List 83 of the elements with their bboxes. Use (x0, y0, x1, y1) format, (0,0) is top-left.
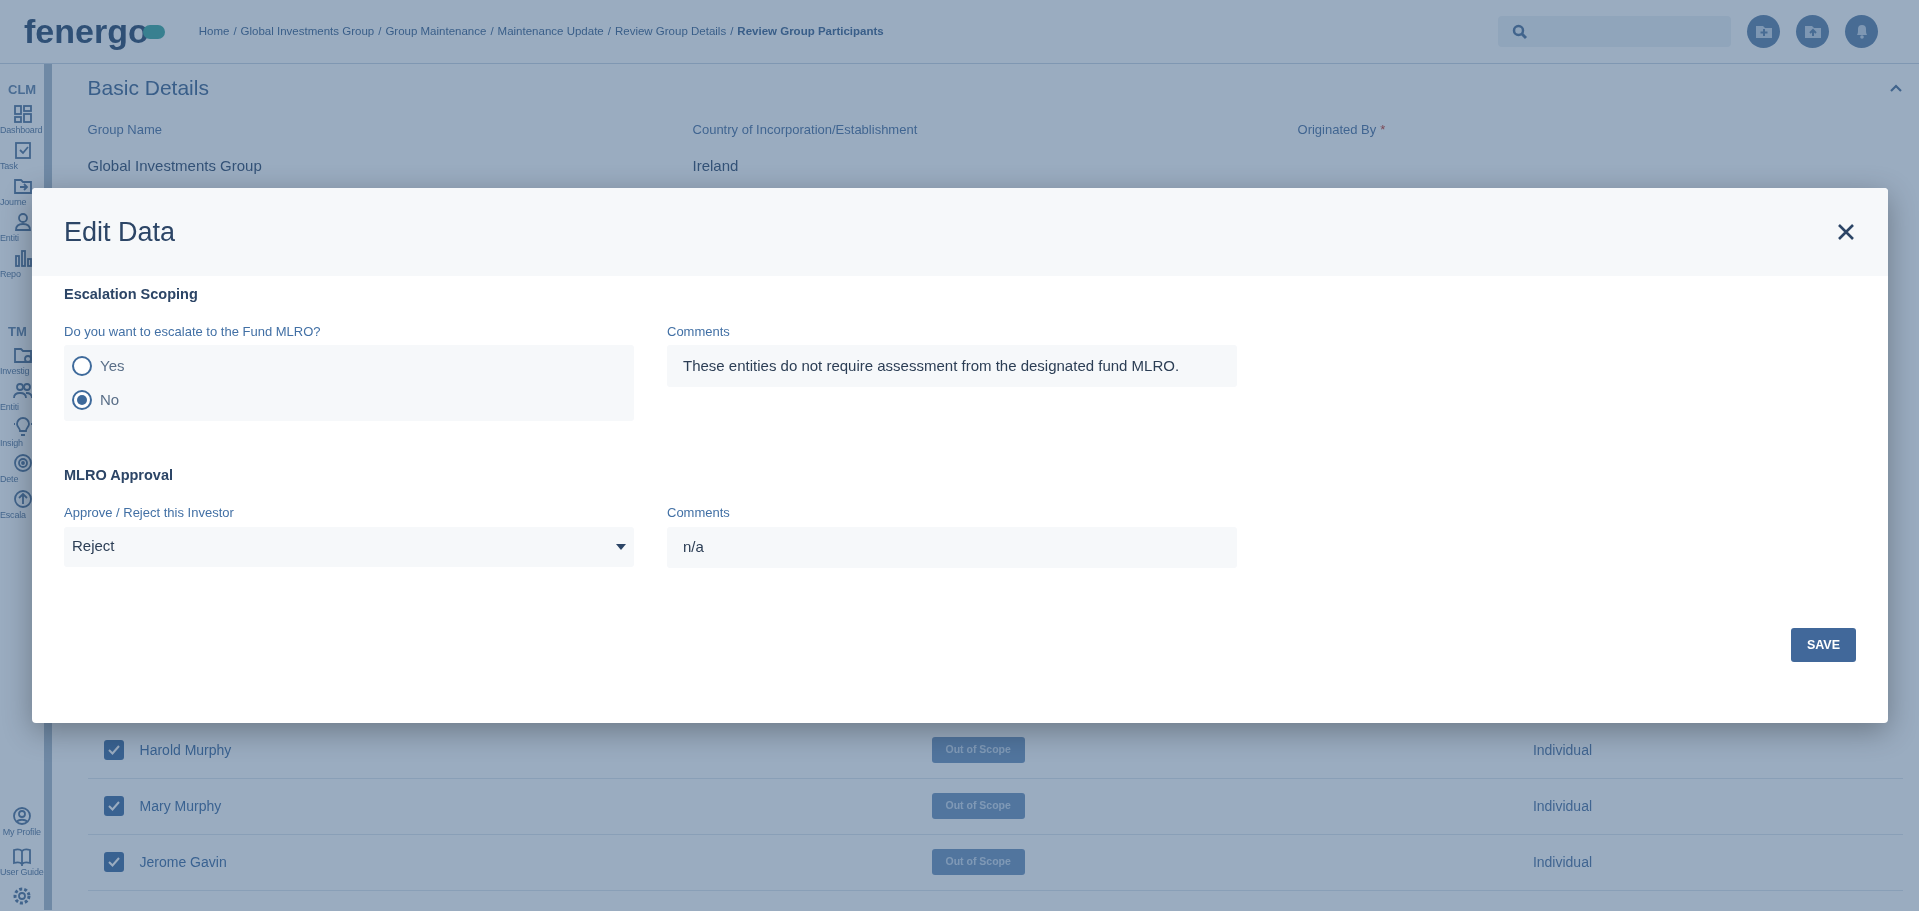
input-field[interactable]: These entities do not require assessment from the designated fund MLRO. (667, 345, 1237, 388)
breadcrumb-separator: / (490, 24, 494, 37)
logo: fenergo (24, 6, 165, 57)
grid-icon (13, 103, 33, 124)
icon-button[interactable] (1845, 15, 1878, 48)
section-title: MLRO Approval (64, 466, 175, 486)
search-field[interactable] (1498, 16, 1731, 47)
breadcrumb-separator: / (378, 24, 382, 37)
breadcrumb: Home / Global Investments Group / Group Maintenance / Maintenance Update / Review Group Details / Review Group Participants (198, 23, 884, 39)
breadcrumb-separator: / (233, 24, 237, 37)
icon-button[interactable] (1747, 15, 1780, 48)
field-value: Global Investments Group (87, 156, 263, 176)
sidebar-item[interactable]: Journe (0, 175, 44, 208)
sidebar-item[interactable]: User Guide (0, 846, 44, 878)
input-field[interactable]: n/a (667, 526, 1237, 568)
book-icon (11, 846, 32, 866)
upload-circle-icon (13, 489, 33, 509)
lightbulb-icon (13, 417, 33, 437)
search-icon (1512, 23, 1528, 40)
sidebar-item[interactable]: Escala (0, 489, 44, 521)
field-label: Comments (667, 504, 731, 522)
breadcrumb-link[interactable]: Group Maintenance (385, 24, 487, 37)
breadcrumb-link[interactable]: Maintenance Update (497, 24, 604, 37)
caret-icon (616, 543, 626, 550)
required-mark: * (1380, 121, 1386, 137)
field-label: Country of Incorporation/Establishment (692, 120, 919, 139)
checkbox[interactable] (103, 852, 124, 872)
sidebar-item[interactable]: Investig (0, 345, 44, 377)
new-folder-icon (1755, 25, 1772, 38)
bar-chart-icon (13, 247, 33, 268)
radio-button[interactable] (72, 390, 92, 411)
notification-icon (1856, 24, 1867, 39)
close-icon[interactable] (1836, 222, 1856, 242)
type-text: Individual (1532, 852, 1593, 872)
icon-button[interactable] (1796, 15, 1829, 48)
collapse-icon[interactable] (1888, 82, 1903, 93)
save-button[interactable]: SAVE (1790, 627, 1856, 663)
field-value: Ireland (692, 156, 740, 176)
field-label: Originated By * (1297, 120, 1387, 139)
sidebar-item[interactable]: My Profile (2, 806, 41, 838)
check-icon (107, 745, 120, 755)
gear-icon[interactable] (11, 886, 32, 906)
radio-label: Yes (100, 356, 125, 376)
sidebar-item[interactable]: Dashboard (0, 103, 44, 136)
name-link[interactable]: Jerome Gavin (139, 851, 932, 873)
section-title: CLM (7, 81, 38, 99)
checkbox[interactable] (103, 796, 124, 816)
section-title: TM (7, 322, 28, 341)
target-icon (13, 453, 33, 473)
upload-folder-icon (1804, 25, 1821, 38)
check-icon (107, 801, 120, 811)
section-title: Escalation Scoping (64, 285, 199, 304)
sidebar-item[interactable]: Repo (0, 247, 44, 280)
field-label: Comments (667, 322, 731, 341)
field-label: Do you want to escalate to the Fund MLRO? (64, 322, 322, 341)
radio-label: No (100, 390, 120, 410)
breadcrumb-link[interactable]: Review Group Details (614, 24, 727, 37)
sidebar-item[interactable]: Dete (0, 453, 44, 485)
checkbox[interactable] (103, 740, 124, 760)
field-label: Approve / Reject this Investor (64, 504, 235, 522)
radio-button[interactable] (72, 356, 92, 377)
select-field[interactable]: Reject (64, 526, 634, 567)
sidebar-item[interactable]: Insigh (0, 417, 44, 449)
person-icon (13, 211, 33, 232)
sidebar-item[interactable]: Entiti (0, 211, 44, 244)
modal-title: Edit Data (64, 215, 176, 249)
breadcrumb-link[interactable]: Global Investments Group (240, 24, 375, 37)
people-icon (13, 381, 33, 401)
folder-search-icon (13, 345, 33, 365)
profile-icon (11, 806, 32, 826)
sidebar-item[interactable]: Task (0, 139, 44, 172)
breadcrumb-separator: / (607, 24, 611, 37)
name-link[interactable]: Mary Murphy (139, 795, 932, 817)
type-text: Individual (1532, 740, 1593, 760)
field-label: Group Name (87, 120, 163, 139)
sidebar-item[interactable]: Entiti (0, 381, 44, 413)
breadcrumb-link[interactable]: Home (198, 24, 230, 37)
breadcrumb-separator: / (730, 24, 734, 37)
clipboard-check-icon (13, 139, 33, 160)
check-icon (107, 857, 120, 867)
section-title: Basic Details (87, 75, 209, 101)
name-link[interactable]: Harold Murphy (139, 739, 932, 761)
type-text: Individual (1532, 796, 1593, 816)
